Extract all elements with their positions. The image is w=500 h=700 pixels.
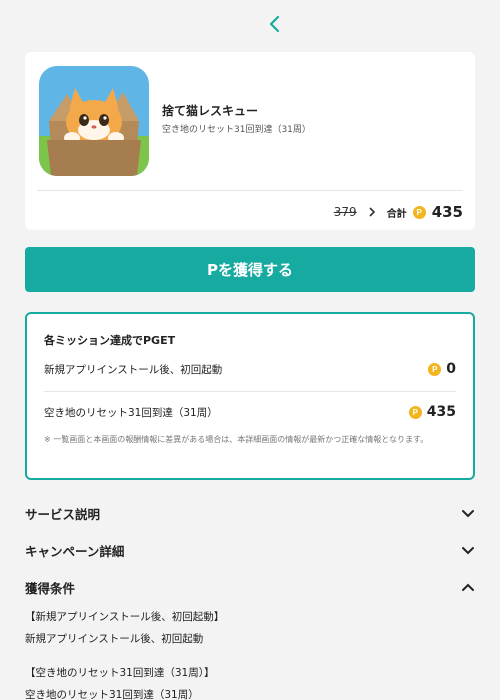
app-icon xyxy=(39,66,149,176)
condition-body: 新規アプリインストール後、初回起動 xyxy=(25,633,204,645)
chevron-down-icon xyxy=(462,547,474,555)
mission-box: 各ミッション達成でPGET 新規アプリインストール後、初回起動 P 0 空き地の… xyxy=(25,312,475,480)
mission-row: 新規アプリインストール後、初回起動 P 0 xyxy=(44,359,456,379)
old-price: 379 xyxy=(333,205,357,219)
section-title: キャンペーン詳細 xyxy=(25,543,125,559)
chevron-up-icon xyxy=(462,583,474,591)
mission-points-value: 0 xyxy=(446,361,456,377)
mission-points: P 435 xyxy=(408,404,456,420)
condition-heading: 【空き地のリセット31回到達（31周）】 xyxy=(25,667,215,679)
chevron-down-icon xyxy=(462,510,474,518)
section-acquisition-conditions[interactable]: 獲得条件 xyxy=(25,577,475,597)
top-bar xyxy=(0,0,500,48)
mission-label: 空き地のリセット31回到達（31周） xyxy=(44,406,218,419)
app-name: 捨て猫レスキュー xyxy=(162,104,259,118)
point-coin-icon: P xyxy=(408,405,422,419)
get-points-button[interactable]: Pを獲得する xyxy=(25,247,475,292)
mission-title: 各ミッション達成でPGET xyxy=(44,334,176,347)
chevron-right-icon xyxy=(369,207,375,217)
total-value: 435 xyxy=(431,203,463,221)
mission-row: 空き地のリセット31回到達（31周） P 435 xyxy=(44,402,456,422)
mission-divider xyxy=(44,391,456,392)
app-subtitle: 空き地のリセット31回到達（31周） xyxy=(162,125,311,135)
mission-points-value: 435 xyxy=(426,404,456,420)
section-campaign-details[interactable]: キャンペーン詳細 xyxy=(25,540,475,560)
condition-body: 空き地のリセット31回到達（31周） xyxy=(25,689,199,700)
price-row: 379 合計 P 435 xyxy=(334,201,463,223)
card-divider xyxy=(37,190,463,191)
chevron-left-icon[interactable] xyxy=(267,14,283,34)
app-card: 捨て猫レスキュー 空き地のリセット31回到達（31周） 379 合計 P 435 xyxy=(25,52,475,230)
point-coin-icon: P xyxy=(428,362,442,376)
mission-note: ※ 一覧画面と本画面の報酬情報に差異がある場合は、本詳細画面の情報が最新かつ正確… xyxy=(44,435,429,444)
section-title: 獲得条件 xyxy=(25,580,76,596)
section-title: サービス説明 xyxy=(25,506,101,522)
section-service-description[interactable]: サービス説明 xyxy=(25,503,475,523)
point-coin-icon: P xyxy=(412,205,426,219)
mission-points: P 0 xyxy=(428,361,456,377)
condition-heading: 【新規アプリインストール後、初回起動】 xyxy=(25,611,225,623)
mission-label: 新規アプリインストール後、初回起動 xyxy=(44,363,223,376)
total-label: 合計 xyxy=(386,208,407,220)
